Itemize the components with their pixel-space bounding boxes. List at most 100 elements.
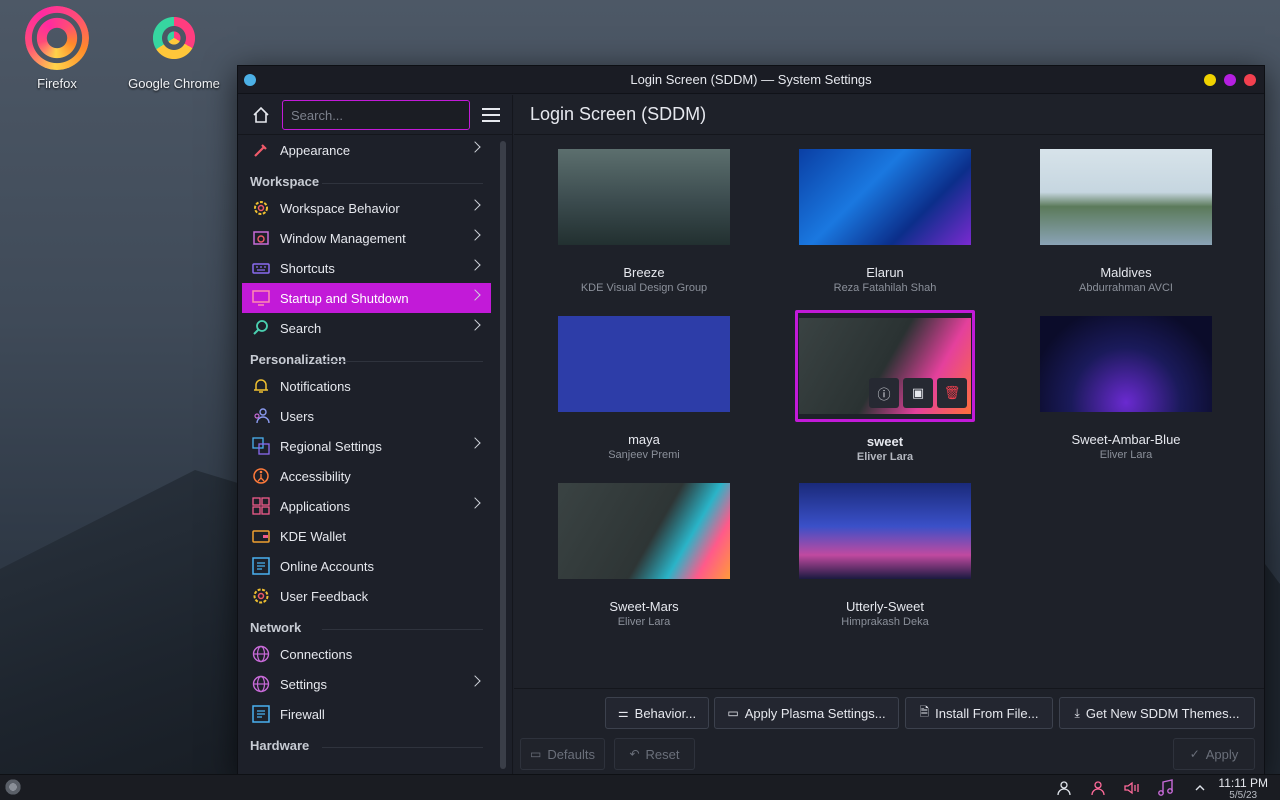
desktop-icon-firefox[interactable]: Firefox <box>7 6 107 91</box>
theme-name: Sweet-Mars <box>609 599 679 614</box>
button-label: Reset <box>645 746 680 762</box>
chevron-up-icon[interactable] <box>1190 778 1210 798</box>
sidebar-item-label: Connections <box>280 646 353 662</box>
maximize-button[interactable] <box>1224 74 1236 86</box>
apply-plasma-settings-button[interactable]: ▭ Apply Plasma Settings... <box>714 697 899 729</box>
feedback-gear-icon <box>250 585 272 607</box>
theme-author: Himprakash Deka <box>841 616 929 628</box>
volume-muted-icon[interactable] <box>1122 778 1142 798</box>
sidebar-item-regional-settings[interactable]: Regional Settings <box>242 431 491 461</box>
theme-tile-sweet-mars[interactable]: Sweet-Mars Eliver Lara <box>524 483 764 628</box>
sidebar-item-label: Users <box>280 408 314 424</box>
apps-grid-icon <box>250 495 272 517</box>
sidebar-item-network-settings[interactable]: Settings <box>242 669 491 699</box>
firefox-icon <box>25 6 89 70</box>
sidebar-item-startup-shutdown[interactable]: Startup and Shutdown <box>242 283 491 313</box>
sidebar-item-accessibility[interactable]: Accessibility <box>242 461 491 491</box>
sidebar-item-notifications[interactable]: Notifications <box>242 371 491 401</box>
delete-icon[interactable]: 🗑 <box>937 378 967 408</box>
app-menu-icon[interactable] <box>244 74 256 86</box>
window-gear-icon <box>250 227 272 249</box>
sidebar-item-label: Search <box>280 320 322 336</box>
home-icon[interactable] <box>250 104 272 126</box>
theme-name: maya <box>628 432 660 447</box>
theme-author: Sanjeev Premi <box>608 449 680 461</box>
keyboard-icon <box>250 257 272 279</box>
sidebar-item-applications[interactable]: Applications <box>242 491 491 521</box>
download-icon: ⤓ <box>1074 705 1080 720</box>
theme-tile-sweet[interactable]: ⓘ ▣ 🗑 sweet Eliver Lara <box>765 310 1005 463</box>
sidebar-item-kde-wallet[interactable]: KDE Wallet <box>242 521 491 551</box>
hamburger-menu-icon[interactable] <box>480 104 502 126</box>
globe-icon <box>250 643 272 665</box>
image-icon[interactable]: ▣ <box>903 378 933 408</box>
theme-tile-breeze[interactable]: Breeze KDE Visual Design Group <box>524 149 764 294</box>
sidebar-item-label: Online Accounts <box>280 558 374 574</box>
theme-author: Reza Fatahilah Shah <box>833 282 937 294</box>
chevron-right-icon <box>469 289 481 301</box>
chevron-right-icon <box>469 199 481 211</box>
theme-preview-image <box>1040 316 1212 412</box>
theme-author: Eliver Lara <box>856 451 914 463</box>
desktop-icon-label: Firefox <box>37 76 77 91</box>
reset-button[interactable]: ↶ Reset <box>614 738 695 770</box>
sidebar-item-appearance[interactable]: Appearance <box>242 135 491 165</box>
music-note-icon[interactable] <box>1156 778 1176 798</box>
paintbrush-icon <box>250 139 272 161</box>
button-label: Install From File... <box>935 705 1039 721</box>
main-panel: Login Screen (SDDM) Breeze KDE Visual De… <box>514 95 1264 774</box>
undo-icon: ↶ <box>629 747 640 761</box>
get-new-themes-button[interactable]: ⤓ Get New SDDM Themes... <box>1059 697 1255 729</box>
chevron-right-icon <box>469 319 481 331</box>
clock[interactable]: 11:11 PM 5/5/23 <box>1218 776 1268 800</box>
install-from-file-button[interactable]: 🗎 Install From File... <box>905 697 1053 729</box>
behavior-button[interactable]: ⚌ Behavior... <box>605 697 709 729</box>
theme-tile-elarun[interactable]: Elarun Reza Fatahilah Shah <box>765 149 1005 294</box>
apply-button[interactable]: ✓ Apply <box>1173 738 1255 770</box>
sidebar-item-connections[interactable]: Connections <box>242 639 491 669</box>
titlebar[interactable]: Login Screen (SDDM) — System Settings <box>238 66 1264 94</box>
theme-name: Utterly-Sweet <box>845 599 925 614</box>
theme-tile-sweet-ambar-blue[interactable]: Sweet-Ambar-Blue Eliver Lara <box>1006 316 1246 461</box>
theme-author: Abdurrahman AVCI <box>1079 282 1173 294</box>
monitor-power-icon <box>250 287 272 309</box>
minimize-button[interactable] <box>1204 74 1216 86</box>
sidebar-scrollbar[interactable] <box>500 141 506 769</box>
sidebar-item-window-management[interactable]: Window Management <box>242 223 491 253</box>
sidebar-list: Appearance Workspace Workspace Behavior … <box>242 135 491 757</box>
sidebar-item-workspace-behavior[interactable]: Workspace Behavior <box>242 193 491 223</box>
theme-name: Breeze <box>623 265 665 280</box>
language-icon <box>250 435 272 457</box>
app-launcher-icon[interactable] <box>4 778 22 796</box>
search-input[interactable] <box>282 100 470 130</box>
theme-tile-maldives[interactable]: Maldives Abdurrahman AVCI <box>1006 149 1246 294</box>
sidebar-item-label: Settings <box>280 676 327 692</box>
sliders-icon: ⚌ <box>617 706 629 720</box>
sidebar-item-shortcuts[interactable]: Shortcuts <box>242 253 491 283</box>
theme-author: KDE Visual Design Group <box>580 282 708 294</box>
close-button[interactable] <box>1244 74 1256 86</box>
sidebar-item-firewall[interactable]: Firewall <box>242 699 491 729</box>
sidebar-item-search[interactable]: Search <box>242 313 491 343</box>
user-icon[interactable] <box>1054 778 1074 798</box>
sidebar-item-online-accounts[interactable]: Online Accounts <box>242 551 491 581</box>
info-icon[interactable]: ⓘ <box>869 378 899 408</box>
desktop-icon-chrome[interactable]: Google Chrome <box>124 6 224 91</box>
sidebar-item-label: Shortcuts <box>280 260 335 276</box>
desktop-icon-label: Google Chrome <box>128 76 220 91</box>
button-label: Apply Plasma Settings... <box>744 705 886 721</box>
sidebar-item-label: Notifications <box>280 378 351 394</box>
sidebar: Appearance Workspace Workspace Behavior … <box>238 95 513 774</box>
wallpaper-mountain <box>0 470 260 800</box>
sidebar-item-user-feedback[interactable]: User Feedback <box>242 581 491 611</box>
system-tray <box>1054 778 1210 798</box>
theme-preview-image <box>799 149 971 245</box>
sidebar-item-label: Accessibility <box>280 468 351 484</box>
theme-tile-maya[interactable]: maya Sanjeev Premi <box>524 316 764 461</box>
checkmark-icon: ✓ <box>1189 747 1200 761</box>
user-switch-icon[interactable] <box>1088 778 1108 798</box>
sidebar-toolbar <box>238 95 512 135</box>
sidebar-item-users[interactable]: Users <box>242 401 491 431</box>
theme-tile-utterly-sweet[interactable]: Utterly-Sweet Himprakash Deka <box>765 483 1005 628</box>
defaults-button[interactable]: ▭ Defaults <box>520 738 605 770</box>
